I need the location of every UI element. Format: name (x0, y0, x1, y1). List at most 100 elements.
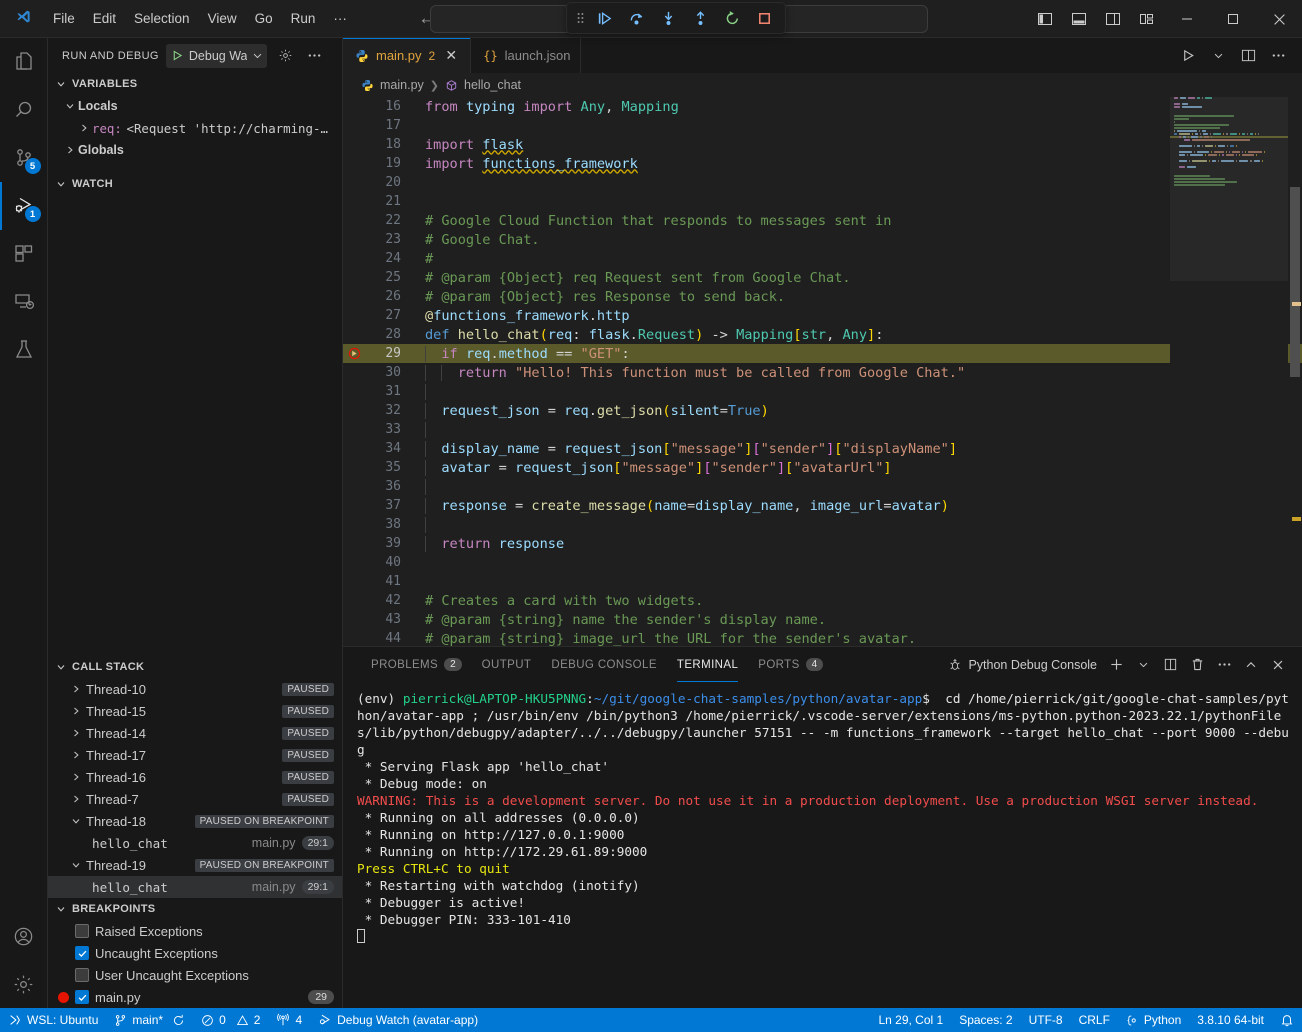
close-panel-button[interactable] (1266, 653, 1290, 677)
code-line[interactable]: 34 display_name = request_json["message"… (343, 439, 1302, 458)
editor-tab-main-py[interactable]: main.py 2 ✕ (343, 38, 471, 73)
panel-tab-problems[interactable]: PROBLEMS 2 (361, 647, 472, 682)
code-text[interactable]: if req.method == "GET": (409, 346, 630, 362)
menu-run[interactable]: Run (282, 6, 325, 32)
code-text[interactable]: # Google Cloud Function that responds to… (409, 213, 892, 229)
breakpoint-row[interactable]: Raised Exceptions (48, 920, 342, 942)
code-line[interactable]: 30 return "Hello! This function must be … (343, 363, 1302, 382)
status-notifications[interactable] (1272, 1008, 1302, 1032)
callstack-thread-row[interactable]: Thread-7 PAUSED (48, 788, 342, 810)
chevron-down-icon[interactable] (252, 50, 263, 61)
panel-tab-debug-console[interactable]: DEBUG CONSOLE (541, 647, 667, 682)
step-over-button[interactable] (621, 5, 651, 31)
callstack-frame-row[interactable]: hello_chat main.py 29:1 (48, 876, 342, 898)
start-debugging-icon[interactable] (171, 49, 184, 62)
activitybar-item-run-and-debug[interactable]: 1 (0, 182, 48, 230)
code-line[interactable]: 23# Google Chat. (343, 230, 1302, 249)
panel-tab-ports[interactable]: PORTS 4 (748, 647, 833, 682)
activitybar-item-search[interactable] (0, 86, 48, 134)
activitybar-item-source-control[interactable]: 5 (0, 134, 48, 182)
activitybar-item-remote-explorer[interactable] (0, 278, 48, 326)
debug-toolbar[interactable] (566, 2, 786, 34)
callstack-tree[interactable]: Thread-10 PAUSED Thread-15 PAUSED Thread… (48, 678, 342, 898)
menu-bar[interactable]: File Edit Selection View Go Run ··· (44, 6, 356, 32)
stop-button[interactable] (749, 5, 779, 31)
variables-tree[interactable]: Locals req: <Request 'http://charming-tr… (48, 95, 342, 173)
breakpoints-section-header[interactable]: BREAKPOINTS (48, 898, 342, 920)
chevron-down-icon[interactable] (70, 815, 82, 827)
active-terminal-label[interactable]: Python Debug Console (948, 658, 1097, 672)
code-text[interactable]: # @param {string} image_url the URL for … (409, 631, 916, 647)
callstack-thread-row[interactable]: Thread-19 PAUSED ON BREAKPOINT (48, 854, 342, 876)
code-text[interactable]: import flask (409, 137, 523, 153)
breadcrumb-file[interactable]: main.py (380, 78, 424, 92)
callstack-thread-row[interactable]: Thread-17 PAUSED (48, 744, 342, 766)
code-text[interactable] (409, 479, 441, 495)
activitybar-item-manage[interactable] (0, 960, 48, 1008)
callstack-thread-row[interactable]: Thread-10 PAUSED (48, 678, 342, 700)
activitybar-item-explorer[interactable] (0, 38, 48, 86)
breakpoint-row[interactable]: main.py 29 (48, 986, 342, 1008)
variables-row-globals[interactable]: Globals (48, 139, 342, 161)
watch-tree[interactable] (48, 195, 342, 656)
code-line[interactable]: 22# Google Cloud Function that responds … (343, 211, 1302, 230)
status-language-mode[interactable]: Python (1118, 1008, 1189, 1032)
code-line[interactable]: 28def hello_chat(req: flask.Request) -> … (343, 325, 1302, 344)
code-line[interactable]: 18import flask (343, 135, 1302, 154)
code-text[interactable]: response = create_message(name=display_n… (409, 498, 949, 514)
code-line[interactable]: 31 (343, 382, 1302, 401)
code-text[interactable]: import functions_framework (409, 156, 638, 172)
panel-more-actions-button[interactable] (1212, 653, 1236, 677)
chevron-down-icon[interactable] (62, 100, 78, 112)
code-line[interactable]: 16from typing import Any, Mapping (343, 97, 1302, 116)
code-text[interactable]: # @param {string} name the sender's disp… (409, 612, 826, 628)
code-content[interactable]: 16from typing import Any, Mapping1718imp… (343, 97, 1302, 646)
maximize-button[interactable] (1210, 0, 1256, 38)
callstack-thread-row[interactable]: Thread-18 PAUSED ON BREAKPOINT (48, 810, 342, 832)
watch-section-header[interactable]: WATCH (48, 173, 342, 195)
sync-icon[interactable] (172, 1014, 185, 1027)
minimize-button[interactable] (1164, 0, 1210, 38)
status-eol[interactable]: CRLF (1071, 1008, 1118, 1032)
code-line[interactable]: 38 (343, 515, 1302, 534)
status-ports[interactable]: 4 (268, 1008, 310, 1032)
breadcrumb-symbol[interactable]: hello_chat (464, 78, 521, 92)
status-debug-session[interactable]: Debug Watch (avatar-app) (310, 1008, 486, 1032)
customize-layout-button[interactable] (1130, 0, 1164, 38)
menu-view[interactable]: View (199, 6, 246, 32)
chevron-right-icon[interactable] (70, 683, 82, 695)
code-line[interactable]: 17 (343, 116, 1302, 135)
terminal-output[interactable]: (env) pierrick@LAPTOP-HKU5PNNG:~/git/goo… (343, 682, 1302, 1008)
breakpoints-list[interactable]: Raised Exceptions Uncaught Exceptions Us… (48, 920, 342, 1008)
callstack-thread-row[interactable]: Thread-16 PAUSED (48, 766, 342, 788)
code-text[interactable] (409, 517, 441, 533)
callstack-section-header[interactable]: CALL STACK (48, 656, 342, 678)
split-editor-button[interactable] (1234, 42, 1262, 70)
toggle-primary-sidebar-button[interactable] (1028, 0, 1062, 38)
chevron-right-icon[interactable] (70, 793, 82, 805)
menu-selection[interactable]: Selection (125, 6, 199, 32)
code-text[interactable]: avatar = request_json["message"]["sender… (409, 460, 892, 476)
chevron-right-icon[interactable] (62, 144, 78, 156)
code-line[interactable]: 41 (343, 572, 1302, 591)
code-line[interactable]: 44# @param {string} image_url the URL fo… (343, 629, 1302, 646)
status-remote-host[interactable]: WSL: Ubuntu (0, 1008, 106, 1032)
step-into-button[interactable] (653, 5, 683, 31)
breakpoint-checkbox[interactable] (75, 924, 89, 938)
code-editor[interactable]: 16from typing import Any, Mapping1718imp… (343, 97, 1302, 646)
code-text[interactable]: # (409, 251, 433, 267)
variables-section-header[interactable]: VARIABLES (48, 73, 342, 95)
variables-row-locals[interactable]: Locals (48, 95, 342, 117)
restart-button[interactable] (717, 5, 747, 31)
variables-row-req[interactable]: req: <Request 'http://charming-tro… (48, 117, 342, 139)
code-text[interactable]: def hello_chat(req: flask.Request) -> Ma… (409, 327, 883, 343)
status-problems[interactable]: 0 2 (193, 1008, 268, 1032)
terminal-dropdown-button[interactable] (1131, 653, 1155, 677)
code-line[interactable]: 29 if req.method == "GET": (343, 344, 1302, 363)
scrollbar-thumb[interactable] (1290, 187, 1300, 377)
close-button[interactable] (1256, 0, 1302, 38)
callstack-thread-row[interactable]: Thread-15 PAUSED (48, 700, 342, 722)
code-text[interactable] (409, 384, 441, 400)
status-indentation[interactable]: Spaces: 2 (951, 1008, 1020, 1032)
code-text[interactable]: return "Hello! This function must be cal… (409, 365, 965, 381)
